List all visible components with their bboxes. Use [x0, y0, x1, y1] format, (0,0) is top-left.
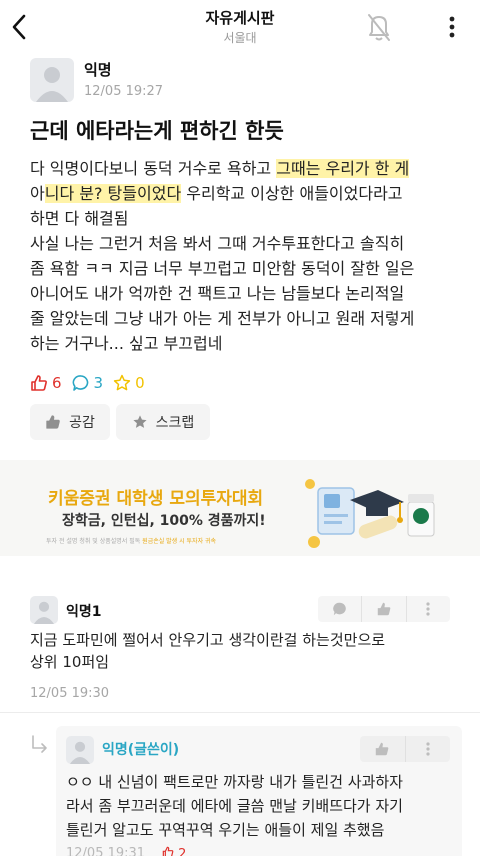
thumbs-up-icon[interactable] — [360, 736, 406, 762]
comment-count: 3 — [72, 374, 103, 392]
comment-actions — [318, 596, 450, 622]
divider — [0, 712, 480, 713]
more-vertical-icon[interactable] — [407, 596, 450, 622]
post-body: 다 익명이다보니 동덕 거수로 욕하고 그때는 우리가 한 게 아니다 분? 탕… — [30, 159, 415, 353]
ad-subtitle: 장학금, 인턴십, 100% 경품까지! — [62, 513, 266, 529]
like-button[interactable]: 공감 — [30, 404, 110, 440]
more-vertical-icon[interactable] — [406, 736, 451, 762]
more-vertical-icon[interactable] — [440, 13, 464, 41]
comment-time: 12/05 19:30 — [30, 686, 110, 701]
avatar — [30, 596, 58, 624]
like-count: 6 — [30, 374, 62, 392]
post-author: 익명 — [84, 61, 112, 79]
board-title: 자유게시판 — [205, 9, 275, 27]
reply-arrow-icon — [32, 735, 47, 753]
avatar — [66, 736, 94, 764]
highlighted-text: 니다 분? 탕들이었다 — [44, 184, 182, 203]
reply-text: ㅇㅇ 내 신념이 팩트로만 까자랑 내가 틀린건 사과하자 라서 좀 부끄러운데… — [66, 773, 403, 839]
thumbs-up-icon — [162, 846, 174, 856]
school-name: 서울대 — [223, 31, 257, 45]
thumbs-up-icon[interactable] — [362, 596, 407, 622]
highlighted-text: 그때는 우리가 한 게 — [276, 159, 410, 178]
ad-headline: 키움증권 대학생 모의투자대회 — [48, 489, 264, 509]
top-bar: 자유게시판 서울대 — [0, 0, 480, 50]
bell-off-icon[interactable] — [364, 10, 394, 44]
thumbs-up-icon — [46, 415, 60, 429]
reply-icon[interactable] — [318, 596, 363, 622]
star-icon — [133, 415, 147, 428]
reply-time: 12/05 19:31 — [66, 846, 146, 856]
reply-like-count: 2 — [162, 846, 186, 856]
reply-author: 익명(글쓴이) — [102, 742, 180, 758]
reply-actions — [360, 736, 450, 762]
post-time: 12/05 19:27 — [84, 84, 164, 99]
comment-author: 익명1 — [66, 604, 102, 620]
avatar — [30, 58, 74, 102]
post-title: 근데 에타라는게 편하긴 한듯 — [30, 119, 284, 143]
comment-text: 지금 도파민에 쩔어서 안우기고 생각이란걸 하는것만으로 상위 10퍼임 — [30, 631, 386, 671]
comment-icon — [72, 375, 88, 391]
ad-banner[interactable]: 키움증권 대학생 모의투자대회 장학금, 인턴십, 100% 경품까지! 투자 … — [0, 460, 480, 556]
ad-disclaimer: 투자 전 설명 청취 및 상품설명서 필독 원금손실 발생 시 투자자 귀속 — [46, 538, 217, 545]
scrap-button[interactable]: 스크랩 — [116, 404, 210, 440]
scrap-count: 0 — [113, 374, 145, 392]
post-stats: 6 3 0 — [30, 372, 155, 394]
ad-illustration — [305, 479, 435, 548]
star-icon — [113, 374, 131, 391]
thumbs-up-icon — [31, 375, 47, 391]
